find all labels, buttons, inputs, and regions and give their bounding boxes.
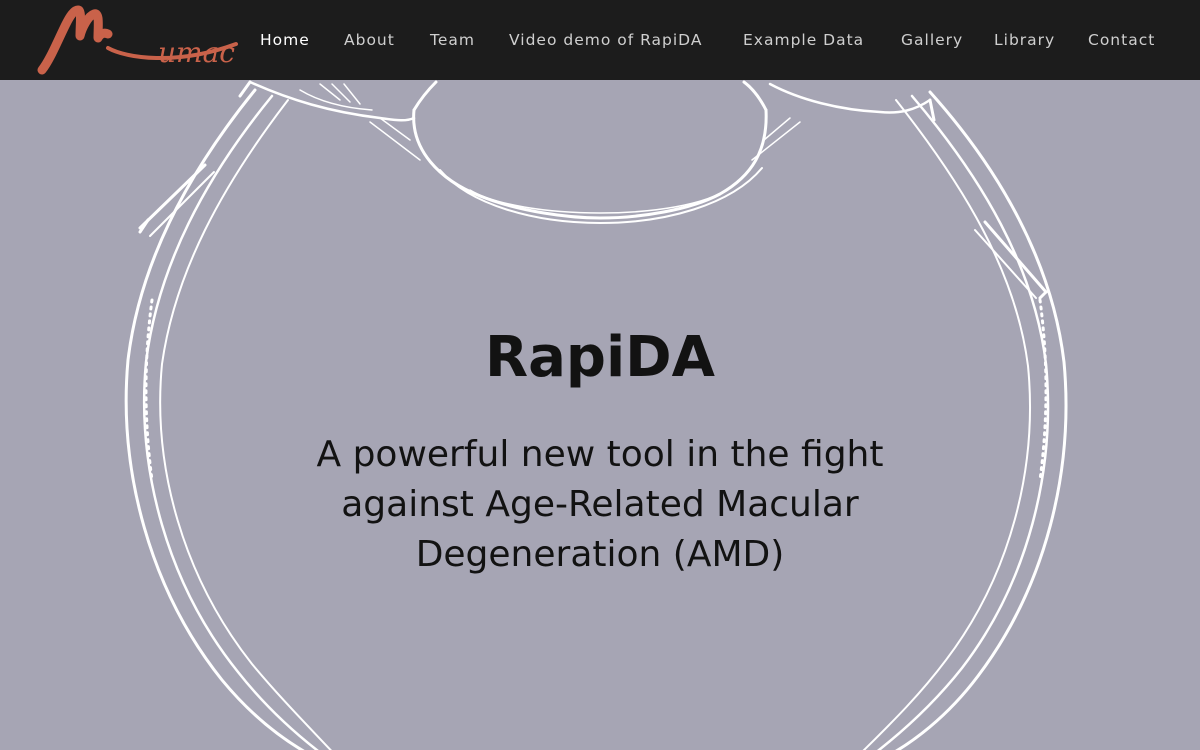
nav-gallery[interactable]: Gallery [901, 30, 963, 50]
top-navbar: umac Home About Team Video demo of RapiD… [0, 0, 1200, 80]
nav-video-demo[interactable]: Video demo of RapiDA [509, 30, 702, 50]
nav-about[interactable]: About [344, 30, 395, 50]
hero-title: RapiDA [484, 324, 715, 390]
nav-contact[interactable]: Contact [1088, 30, 1155, 50]
nav-team[interactable]: Team [430, 30, 475, 50]
nav-example-data[interactable]: Example Data [743, 30, 864, 50]
svg-text:umac: umac [158, 36, 235, 69]
nav-home[interactable]: Home [260, 30, 310, 50]
mumac-logo[interactable]: umac [36, 4, 246, 76]
nav-library[interactable]: Library [994, 30, 1055, 50]
hero-subtitle: A powerful new tool in the fight against… [316, 434, 884, 575]
